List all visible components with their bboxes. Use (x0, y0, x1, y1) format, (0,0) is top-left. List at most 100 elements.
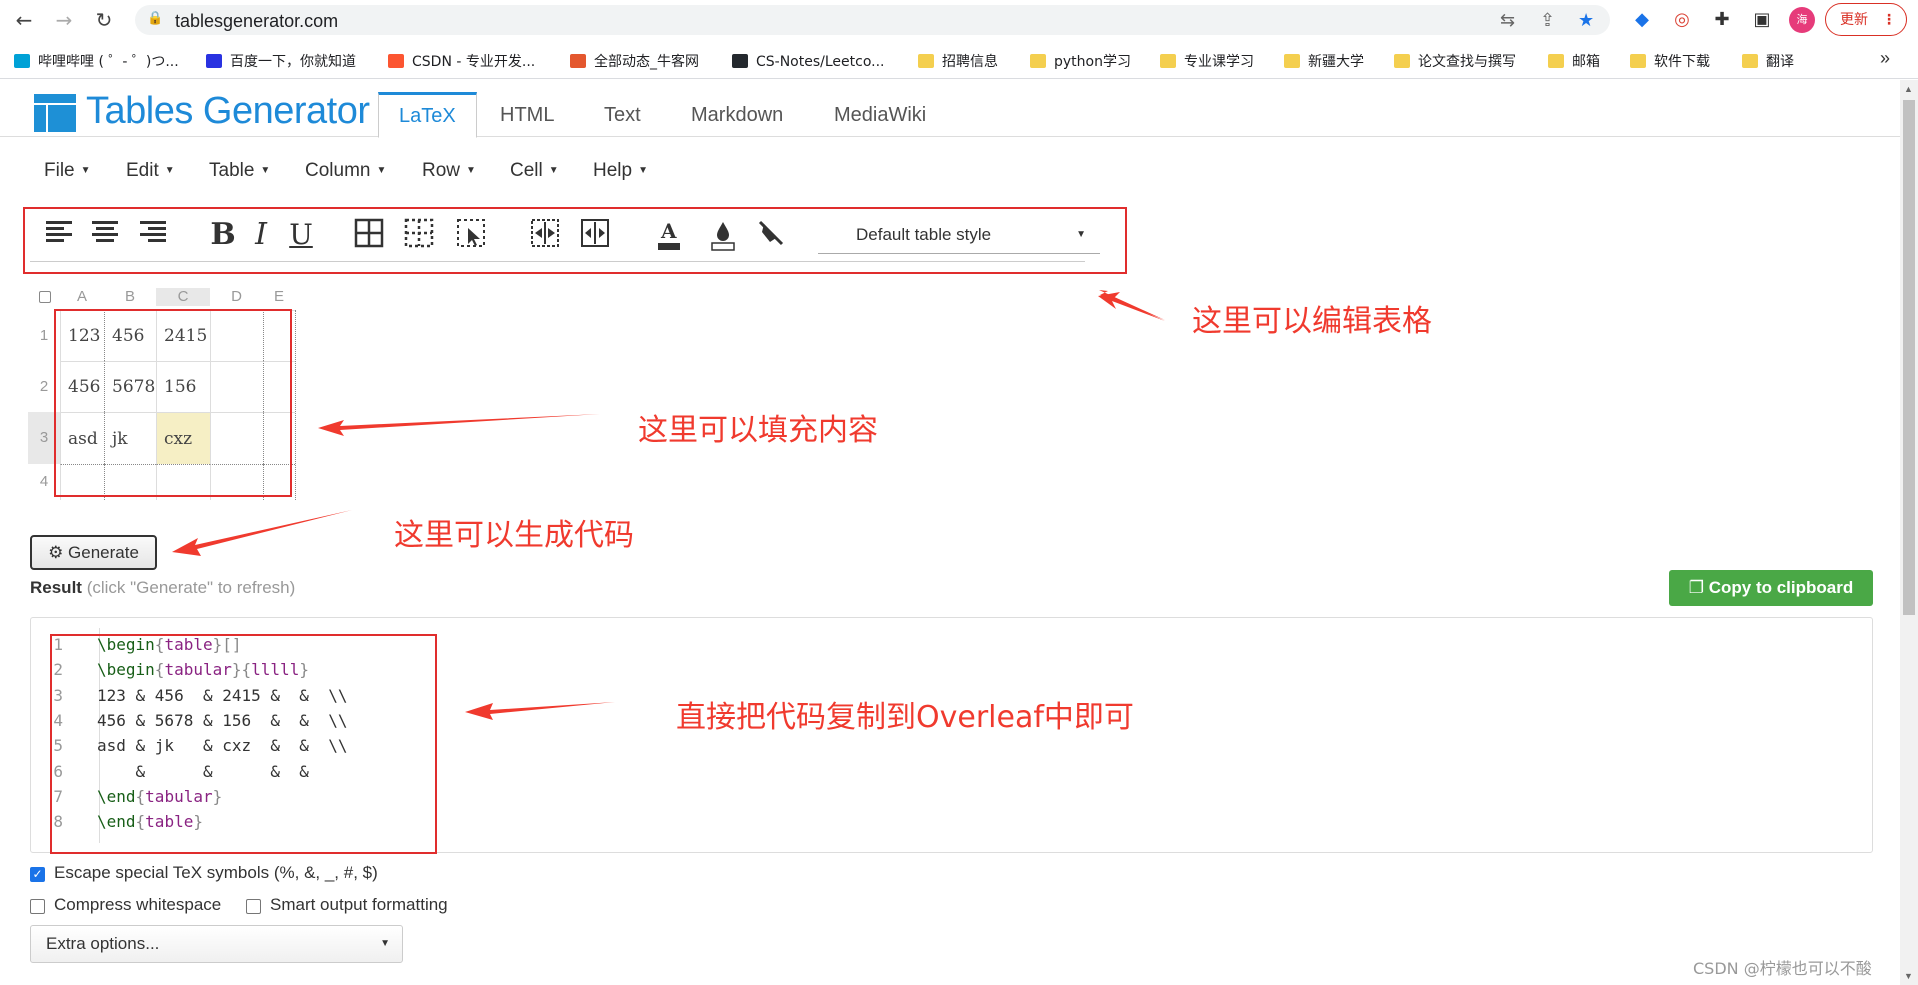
extension-chrome-icon[interactable]: ◎ (1670, 8, 1694, 32)
bookmark-item[interactable]: 招聘信息 (918, 50, 998, 74)
bookmark-label: 百度一下，你就知道 (230, 54, 356, 70)
bookmark-label: 翻译 (1766, 54, 1794, 70)
menu-cell[interactable]: Cell ▼ (510, 160, 559, 182)
scrollbar-thumb[interactable] (1903, 100, 1915, 615)
generate-button[interactable]: ⚙ Generate (30, 535, 157, 570)
folder-icon (1284, 54, 1300, 68)
caret-down-icon: ▼ (376, 165, 387, 176)
reload-icon[interactable]: ↻ (92, 8, 116, 32)
caret-down-icon: ▼ (164, 165, 175, 176)
folder-icon (1548, 54, 1564, 68)
smart-formatting-checkbox[interactable] (246, 899, 261, 914)
menu-edit-label: Edit (126, 160, 159, 181)
caret-down-icon: ▼ (548, 165, 559, 176)
menu-edit[interactable]: Edit ▼ (126, 160, 175, 182)
menu-dots-icon: ⋮ (1882, 11, 1896, 27)
update-button[interactable]: 更新 ⋮ (1825, 3, 1907, 36)
address-bar[interactable]: 🔒 tablesgenerator.com ⇆ ⇪ ★ (135, 5, 1610, 35)
bookmark-item[interactable]: 百度一下，你就知道 (206, 50, 356, 74)
gears-icon: ⚙ (48, 543, 64, 563)
side-panel-icon[interactable]: ▣ (1750, 8, 1774, 32)
bookmark-item[interactable]: 邮箱 (1548, 50, 1600, 74)
site-favicon-icon (388, 54, 404, 68)
bookmark-item[interactable]: 全部动态_牛客网 (570, 50, 699, 74)
share-icon[interactable]: ⇪ (1540, 10, 1555, 31)
annotation-edit: 这里可以编辑表格 (1192, 304, 1432, 339)
copy-label: Copy to clipboard (1708, 578, 1854, 597)
column-header[interactable]: C (156, 288, 210, 306)
menu-row[interactable]: Row ▼ (422, 160, 476, 182)
extensions-puzzle-icon[interactable]: ✚ (1710, 8, 1734, 32)
generate-label: Generate (68, 543, 139, 562)
bookmark-item[interactable]: 翻译 (1742, 50, 1794, 74)
select-all-checkbox[interactable] (39, 291, 51, 303)
bookmark-label: CS-Notes/Leetco... (756, 54, 885, 70)
folder-icon (918, 54, 934, 68)
column-header[interactable]: B (104, 288, 156, 306)
bookmarks-overflow-icon[interactable]: » (1880, 48, 1890, 69)
extra-options-select[interactable]: Extra options... ▼ (30, 925, 403, 963)
toolbar-highlight-box (23, 207, 1127, 274)
tab-html[interactable]: HTML (480, 92, 574, 138)
annotation-fill: 这里可以填充内容 (638, 413, 878, 448)
bookmark-item[interactable]: 新疆大学 (1284, 50, 1364, 74)
tab-markdown[interactable]: Markdown (671, 92, 803, 138)
column-header[interactable]: A (60, 288, 104, 306)
scroll-up-icon[interactable]: ▲ (1904, 84, 1913, 94)
bookmark-item[interactable]: 软件下载 (1630, 50, 1710, 74)
annotation-generate: 这里可以生成代码 (394, 518, 634, 553)
copy-to-clipboard-button[interactable]: ❐ Copy to clipboard (1669, 570, 1873, 606)
site-favicon-icon (14, 54, 30, 68)
compress-whitespace-checkbox[interactable] (30, 899, 45, 914)
profile-avatar[interactable]: 海 (1789, 7, 1815, 33)
folder-icon (1742, 54, 1758, 68)
result-hint: (click "Generate" to refresh) (86, 578, 296, 597)
folder-icon (1630, 54, 1646, 68)
caret-down-icon: ▼ (466, 165, 476, 176)
back-icon[interactable]: ← (12, 8, 36, 32)
column-header[interactable]: D (210, 288, 263, 306)
menu-table[interactable]: Table ▼ (209, 160, 270, 182)
extension-graduation-icon[interactable]: ◆ (1630, 8, 1654, 32)
caret-down-icon: ▼ (260, 165, 271, 176)
tab-latex[interactable]: LaTeX (378, 92, 477, 138)
site-header: Tables Generator LaTeX HTML Text Markdow… (0, 80, 1900, 138)
site-favicon-icon (570, 54, 586, 68)
update-label: 更新 (1840, 11, 1868, 27)
menu-help[interactable]: Help ▼ (593, 160, 648, 182)
forward-icon[interactable]: → (52, 8, 76, 32)
bookmark-label: 专业课学习 (1184, 54, 1254, 70)
logo-text[interactable]: Tables Generator (86, 90, 370, 133)
translate-icon[interactable]: ⇆ (1500, 10, 1515, 31)
escape-symbols-checkbox[interactable]: ✓ (30, 867, 45, 882)
bookmark-item[interactable]: 哔哩哔哩 ( ゜- ゜)つ... (14, 50, 179, 74)
lock-icon[interactable]: 🔒 (147, 11, 163, 26)
menu-row-label: Row (422, 160, 461, 181)
menu-column[interactable]: Column ▼ (305, 160, 386, 182)
menu-help-label: Help (593, 160, 633, 181)
tab-mediawiki[interactable]: MediaWiki (814, 92, 946, 138)
menu-column-label: Column (305, 160, 371, 181)
compress-whitespace-label: Compress whitespace (54, 895, 222, 914)
bookmark-item[interactable]: CSDN - 专业开发... (388, 50, 535, 74)
url-text: tablesgenerator.com (175, 11, 339, 31)
menu-file[interactable]: File ▼ (44, 160, 91, 182)
folder-icon (1030, 54, 1046, 68)
bookmark-item[interactable]: python学习 (1030, 50, 1131, 74)
site-favicon-icon (732, 54, 748, 68)
bookmark-item[interactable]: CS-Notes/Leetco... (732, 50, 885, 74)
bookmark-label: 哔哩哔哩 ( ゜- ゜)つ... (38, 54, 179, 70)
bookmark-item[interactable]: 论文查找与撰写 (1394, 50, 1516, 74)
bookmark-star-icon[interactable]: ★ (1578, 10, 1594, 31)
logo-icon[interactable] (34, 94, 76, 132)
grid-highlight-box (54, 309, 292, 497)
code-highlight-box (50, 634, 437, 854)
bookmark-item[interactable]: 专业课学习 (1160, 50, 1254, 74)
bookmark-label: 软件下载 (1654, 54, 1710, 70)
scroll-down-icon[interactable]: ▼ (1904, 971, 1913, 981)
bookmark-label: 招聘信息 (942, 54, 998, 70)
extra-options-label: Extra options... (46, 934, 160, 953)
column-header[interactable]: E (263, 288, 295, 306)
page-scrollbar[interactable]: ▲ ▼ (1900, 80, 1918, 985)
tab-text[interactable]: Text (584, 92, 661, 138)
